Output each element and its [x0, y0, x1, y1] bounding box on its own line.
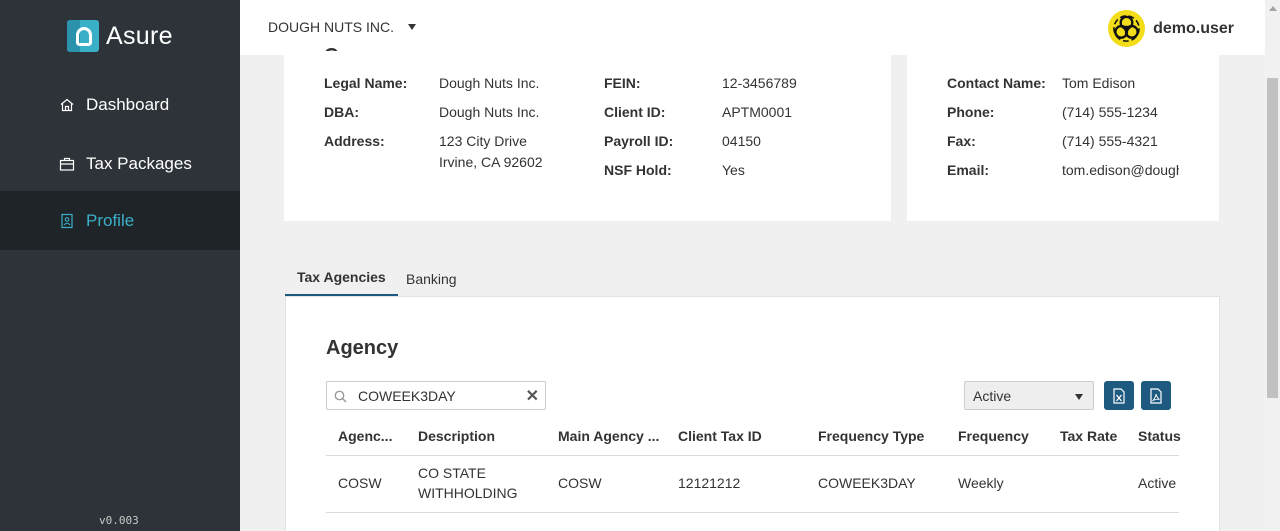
address-label: Address:	[324, 133, 385, 149]
dba-label: DBA:	[324, 104, 359, 120]
tab-label: Tax Agencies	[297, 269, 386, 285]
page-scrollbar[interactable]	[1265, 0, 1280, 531]
cell-agency: COSW	[338, 475, 382, 491]
scrollbar-thumb[interactable]	[1267, 78, 1278, 398]
chevron-down-icon	[1075, 394, 1083, 400]
user-menu[interactable]: demo.user	[1108, 10, 1234, 47]
column-header-frequency[interactable]: Frequency	[958, 428, 1029, 444]
sidebar: Asure Dashboard Tax Packages Profile v0.…	[0, 0, 240, 531]
sidebar-item-label: Profile	[86, 210, 135, 230]
status-filter-value: Active	[973, 388, 1012, 404]
excel-file-icon	[1113, 387, 1125, 404]
client-id-value: APTM0001	[722, 104, 793, 120]
column-header-description[interactable]: Description	[418, 428, 495, 444]
client-id-label: Client ID:	[604, 104, 666, 120]
legal-name-label: Legal Name:	[324, 75, 408, 91]
tab-label: Banking	[406, 271, 457, 287]
home-icon	[60, 98, 74, 111]
username: demo.user	[1153, 19, 1234, 37]
status-filter-select[interactable]: Active	[964, 381, 1094, 410]
sidebar-item-profile[interactable]: Profile	[0, 191, 240, 250]
address-line2: Irvine, CA 92602	[439, 154, 543, 170]
address-line1: 123 City Drive	[439, 133, 527, 149]
column-header-frequency-type[interactable]: Frequency Type	[818, 428, 924, 444]
email-value: tom.edison@dough	[1062, 162, 1179, 178]
asure-logo-icon	[67, 20, 99, 52]
sidebar-item-tax-packages[interactable]: Tax Packages	[0, 134, 240, 193]
export-excel-button[interactable]	[1104, 381, 1134, 410]
dba-value: Dough Nuts Inc.	[439, 104, 540, 120]
legal-name-value: Dough Nuts Inc.	[439, 75, 540, 91]
column-header-client-tax-id[interactable]: Client Tax ID	[678, 428, 762, 444]
phone-value: (714) 555-1234	[1062, 104, 1158, 120]
asure-logo[interactable]: Asure	[67, 20, 173, 52]
cell-frequency-type: COWEEK3DAY	[818, 475, 916, 491]
fein-label: FEIN:	[604, 75, 641, 91]
nsf-hold-label: NSF Hold:	[604, 162, 672, 178]
nsf-hold-value: Yes	[722, 162, 745, 178]
cell-status: Active	[1138, 475, 1177, 491]
cell-description-line2: WITHHOLDING	[418, 485, 518, 501]
payroll-id-label: Payroll ID:	[604, 133, 674, 149]
card-title-peek: Company	[324, 45, 415, 51]
contact-name-value: Tom Edison	[1062, 75, 1136, 91]
email-label: Email:	[947, 162, 990, 178]
avatar	[1108, 10, 1146, 47]
contact-info-card: Contact Name: Tom Edison Phone: (714) 55…	[907, 55, 1219, 221]
cell-client-tax-id: 12121212	[678, 475, 741, 491]
fax-label: Fax:	[947, 133, 976, 149]
sidebar-item-label: Tax Packages	[86, 153, 192, 173]
search-value: COWEEK3DAY	[358, 388, 456, 404]
fein-value: 12-3456789	[722, 75, 797, 91]
column-header-tax-rate[interactable]: Tax Rate	[1060, 428, 1117, 444]
pdf-file-icon	[1150, 387, 1162, 404]
app-version: v0.003	[99, 514, 139, 527]
id-badge-icon	[61, 213, 73, 228]
search-input[interactable]: COWEEK3DAY ✕	[326, 381, 546, 410]
contact-name-label: Contact Name:	[947, 75, 1046, 91]
column-header-main-agency[interactable]: Main Agency ...	[558, 428, 659, 444]
cell-description-line1: CO STATE	[418, 465, 486, 481]
logo-text: Asure	[106, 21, 173, 50]
panel-title: Agency	[326, 337, 399, 359]
cell-main-agency: COSW	[558, 475, 602, 491]
briefcase-icon	[59, 157, 75, 171]
fax-value: (714) 555-4321	[1062, 133, 1158, 149]
search-icon	[334, 390, 347, 403]
company-name: DOUGH NUTS INC.	[268, 19, 394, 35]
table-header-divider	[326, 455, 1179, 456]
phone-label: Phone:	[947, 104, 995, 120]
chevron-down-icon	[408, 24, 416, 30]
sidebar-item-label: Dashboard	[86, 94, 170, 114]
column-header-status[interactable]: Status	[1138, 428, 1181, 444]
payroll-id-value: 04150	[722, 133, 761, 149]
sidebar-item-dashboard[interactable]: Dashboard	[0, 75, 240, 134]
scroll-up-arrow-icon[interactable]	[1269, 6, 1277, 11]
company-selector[interactable]: DOUGH NUTS INC.	[268, 19, 416, 35]
export-pdf-button[interactable]	[1141, 381, 1171, 410]
cell-frequency: Weekly	[958, 475, 1004, 491]
biohazard-icon	[1113, 15, 1140, 42]
tab-banking[interactable]: Banking	[394, 265, 469, 297]
column-header-agency[interactable]: Agenc...	[338, 428, 398, 444]
close-icon[interactable]: ✕	[526, 386, 539, 406]
tab-tax-agencies[interactable]: Tax Agencies	[285, 265, 398, 297]
table-row-divider	[326, 512, 1179, 513]
